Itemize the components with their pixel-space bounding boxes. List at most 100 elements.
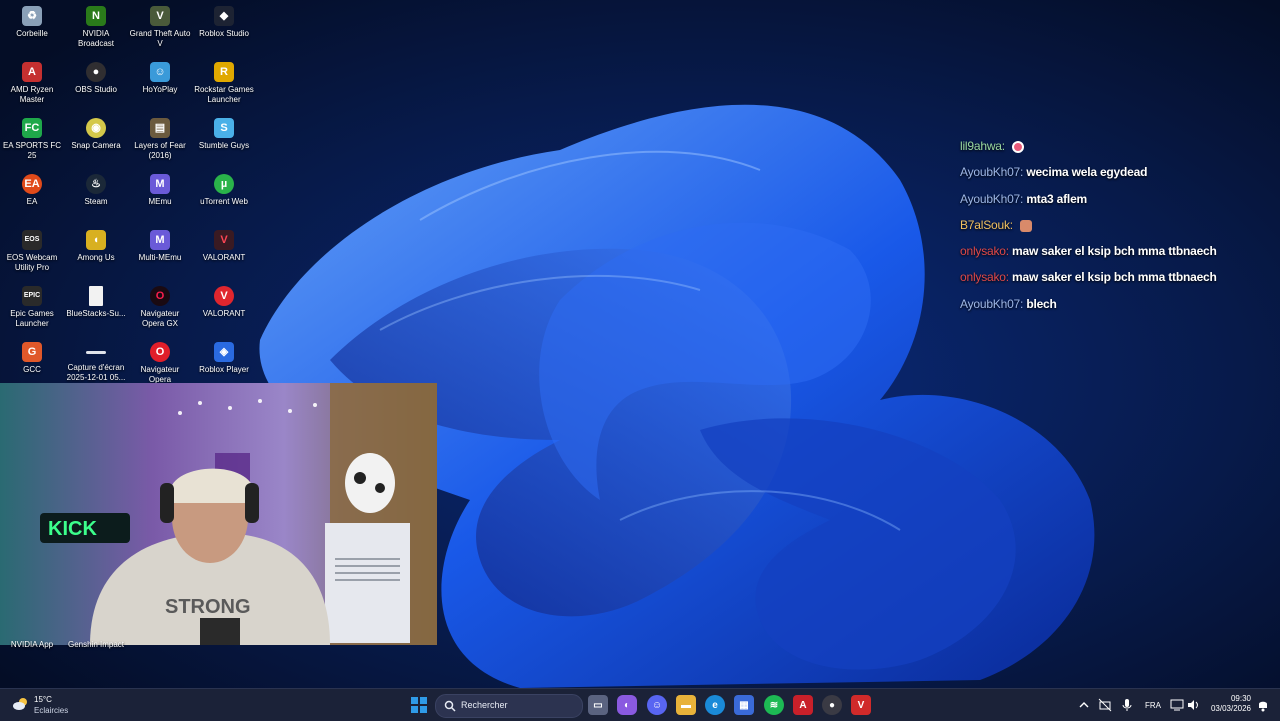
layers-of-fear-icon: ▤ <box>150 118 170 138</box>
rockstar-icon: R <box>214 62 234 82</box>
snap-camera-icon: ◉ <box>86 118 106 138</box>
stream-chat-overlay: lil9ahwa: AyoubKh07: wecima wela egydead… <box>960 138 1260 322</box>
adobe-icon[interactable]: A <box>793 695 813 715</box>
partly-cloudy-icon <box>13 698 27 710</box>
obs-taskbar-icon[interactable]: ● <box>822 695 842 715</box>
obs-studio-icon: ● <box>86 62 106 82</box>
valorant-red-icon: V <box>214 286 234 306</box>
desktop-icon[interactable]: µ uTorrent Web <box>192 168 256 224</box>
steam-icon: ♨ <box>86 174 106 194</box>
chat-message: AyoubKh07: mta3 aflem <box>960 191 1260 217</box>
eos-webcam-icon: EOS <box>22 230 42 250</box>
spotify-icon[interactable]: ≋ <box>764 695 784 715</box>
chat-message: onlysako: maw saker el ksip bch mma ttbn… <box>960 243 1260 269</box>
notification-bell-icon[interactable] <box>1256 698 1270 712</box>
nvidia-broadcast-icon: N <box>86 6 106 26</box>
desktop-icon[interactable]: ◆ Roblox Studio <box>192 0 256 56</box>
desktop-icon[interactable]: A AMD Ryzen Master <box>0 56 64 112</box>
copilot-icon[interactable]: ◐ <box>617 695 637 715</box>
gcc-icon: G <box>22 342 42 362</box>
volume-icon[interactable] <box>1186 698 1200 712</box>
desktop-icon[interactable]: EOS EOS Webcam Utility Pro <box>0 224 64 280</box>
desktop-icon[interactable]: R Rockstar Games Launcher <box>192 56 256 112</box>
desktop-icon[interactable]: FC EA SPORTS FC 25 <box>0 112 64 168</box>
discord-icon[interactable]: ☺ <box>647 695 667 715</box>
stumble-guys-icon: S <box>214 118 234 138</box>
desktop-icon[interactable]: EPIC Epic Games Launcher <box>0 280 64 336</box>
desktop-icon[interactable]: EA EA <box>0 168 64 224</box>
desktop-icon[interactable]: ◖ Among Us <box>64 224 128 280</box>
chat-username: B7alSouk: <box>960 217 1013 232</box>
search-placeholder: Rechercher <box>461 700 508 710</box>
weather-widget[interactable]: 15°C Eclaircies <box>12 693 82 717</box>
network-off-icon[interactable] <box>1098 698 1112 712</box>
task-view-icon[interactable]: ▭ <box>588 695 608 715</box>
chat-text: blech <box>1026 296 1057 311</box>
svg-text:KICK: KICK <box>48 518 97 540</box>
desktop-icon[interactable]: NVIDIA App <box>0 640 64 656</box>
valorant-icon: V <box>214 230 234 250</box>
chevron-up-icon[interactable] <box>1077 698 1091 712</box>
search-icon <box>444 700 456 712</box>
microsoft-store-icon[interactable]: ▦ <box>734 695 754 715</box>
svg-text:STRONG: STRONG <box>165 596 251 618</box>
desktop-icon[interactable]: N NVIDIA Broadcast <box>64 0 128 56</box>
desktop-icon[interactable]: ◉ Snap Camera <box>64 112 128 168</box>
chat-message: lil9ahwa: <box>960 138 1260 164</box>
chat-message: AyoubKh07: blech <box>960 296 1260 322</box>
chat-text: mta3 aflem <box>1026 191 1088 206</box>
desktop-icon[interactable]: ● OBS Studio <box>64 56 128 112</box>
chat-username: onlysako: <box>960 244 1009 259</box>
among-us-icon: ◖ <box>86 230 106 250</box>
desktop-icon[interactable]: V VALORANT <box>192 224 256 280</box>
recycle-bin-icon: ♻ <box>22 6 42 26</box>
desktop-icon[interactable]: M MEmu <box>128 168 192 224</box>
weather-temperature: 15°C <box>34 695 52 704</box>
chat-username: AyoubKh07: <box>960 191 1024 206</box>
emote-icon <box>1020 219 1033 232</box>
roblox-studio-icon: ◆ <box>214 6 234 26</box>
display-icon[interactable] <box>1170 698 1184 712</box>
file-icon <box>89 286 103 306</box>
desktop-icon[interactable]: S Stumble Guys <box>192 112 256 168</box>
clock-time: 09:30 <box>1230 694 1251 703</box>
chat-text: wecima wela egydead <box>1026 165 1148 180</box>
ea-fc-icon: FC <box>22 118 42 138</box>
chat-text: maw saker el ksip bch mma ttbnaech <box>1012 244 1217 259</box>
chat-username: AyoubKh07: <box>960 296 1024 311</box>
desktop-icon[interactable]: ▤ Layers of Fear (2016) <box>128 112 192 168</box>
chat-text: maw saker el ksip bch mma ttbnaech <box>1012 270 1217 285</box>
ea-icon: EA <box>22 174 42 194</box>
emote-icon <box>1012 140 1025 153</box>
microphone-icon[interactable] <box>1120 698 1134 712</box>
opera-icon: O <box>150 342 170 362</box>
desktop-icon[interactable]: V Grand Theft Auto V <box>128 0 192 56</box>
chat-username: onlysako: <box>960 270 1009 285</box>
weather-condition: Eclaircies <box>34 706 69 715</box>
webcam-overlay: KICK STRONG <box>0 383 437 645</box>
chat-message: onlysako: maw saker el ksip bch mma ttbn… <box>960 269 1260 295</box>
desktop-icon[interactable]: ♨ Steam <box>64 168 128 224</box>
edge-icon[interactable]: e <box>705 695 725 715</box>
utorrent-icon: µ <box>214 174 234 194</box>
clock[interactable]: 09:30 03/03/2026 <box>1205 694 1251 714</box>
screenshot-file-icon <box>86 351 106 354</box>
hoyoplay-icon: ☺ <box>150 62 170 82</box>
desktop-icon[interactable]: M Multi-MEmu <box>128 224 192 280</box>
taskbar: 15°C Eclaircies Rechercher ▭ ◐ ☺ ▬ e ▦ ≋… <box>0 688 1280 721</box>
roblox-player-icon: ◈ <box>214 342 234 362</box>
desktop-icon[interactable]: V VALORANT <box>192 280 256 336</box>
desktop-icon[interactable]: Genshin Impact <box>64 640 128 656</box>
windows-start-icon[interactable] <box>409 695 429 715</box>
desktop-icon[interactable]: ☺ HoYoPlay <box>128 56 192 112</box>
language-indicator[interactable]: FRA <box>1145 701 1161 710</box>
desktop-icon[interactable]: ♻ Corbeille <box>0 0 64 56</box>
desktop-icon[interactable]: BlueStacks-Su... <box>64 280 128 336</box>
valorant-taskbar-icon[interactable]: V <box>851 695 871 715</box>
file-explorer-icon[interactable]: ▬ <box>676 695 696 715</box>
amd-ryzen-master-icon: A <box>22 62 42 82</box>
chat-message: AyoubKh07: wecima wela egydead <box>960 164 1260 190</box>
desktop-icon[interactable]: O Navigateur Opera GX <box>128 280 192 336</box>
taskbar-search[interactable]: Rechercher <box>435 694 583 718</box>
chat-username: AyoubKh07: <box>960 165 1024 180</box>
